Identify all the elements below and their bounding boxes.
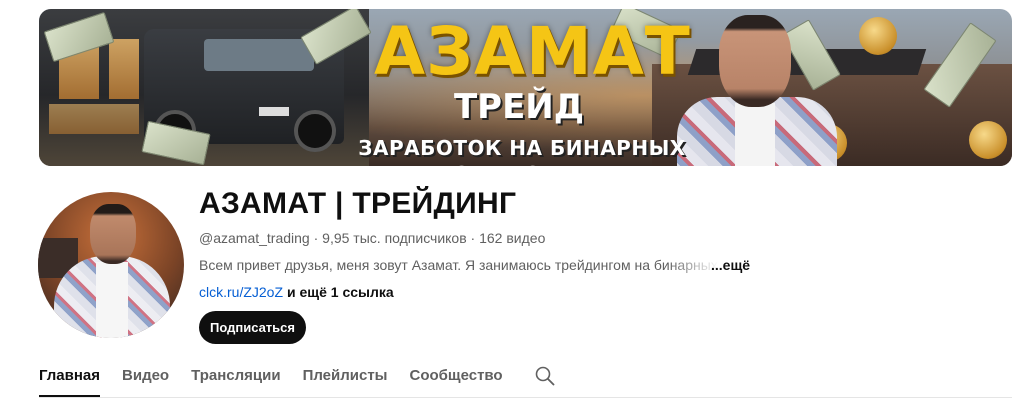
video-count: 162 видео — [479, 230, 546, 246]
channel-description[interactable]: Всем привет друзья, меня зовут Азамат. Я… — [199, 256, 719, 274]
tab-videos[interactable]: Видео — [122, 364, 169, 388]
tab-home[interactable]: Главная — [39, 364, 101, 397]
channel-meta: @azamat_trading · 9,95 тыс. подписчиков … — [199, 229, 545, 247]
tab-playlists[interactable]: Плейлисты — [303, 364, 388, 388]
channel-banner: АЗАМАТ ТРЕЙД ЗАРАБОТОК НА БИНАРНЫХ ОПЦИО… — [39, 9, 1012, 166]
tab-community[interactable]: Сообщество — [410, 364, 503, 388]
more-button[interactable]: ...ещё — [711, 256, 750, 274]
meta-separator: · — [466, 230, 480, 246]
banner-tagline: ЗАРАБОТОК НА БИНАРНЫХ ОПЦИОНАХ — [358, 136, 686, 166]
banner-title: АЗАМАТ — [374, 13, 691, 90]
tabs-divider — [39, 397, 1012, 398]
channel-avatar[interactable] — [38, 192, 184, 338]
tab-live[interactable]: Трансляции — [191, 364, 280, 388]
channel-links: clck.ru/ZJ2oZ и ещё 1 ссылка — [199, 283, 394, 301]
channel-tabs: Главная Видео Трансляции Плейлисты Сообщ… — [39, 364, 557, 397]
search-icon[interactable] — [533, 364, 557, 388]
banner-coin — [969, 121, 1007, 159]
banner-coin — [859, 17, 897, 55]
meta-separator: · — [309, 230, 323, 246]
channel-handle: @azamat_trading — [199, 230, 310, 246]
more-links-button[interactable]: и ещё 1 ссылка — [287, 284, 394, 300]
channel-name: АЗАМАТ | ТРЕЙДИНГ — [199, 187, 517, 220]
banner-subtitle: ТРЕЙД — [453, 87, 585, 127]
channel-link[interactable]: clck.ru/ZJ2oZ — [199, 284, 283, 300]
subscriber-count: 9,95 тыс. подписчиков — [322, 230, 467, 246]
subscribe-button[interactable]: Подписаться — [199, 311, 306, 344]
